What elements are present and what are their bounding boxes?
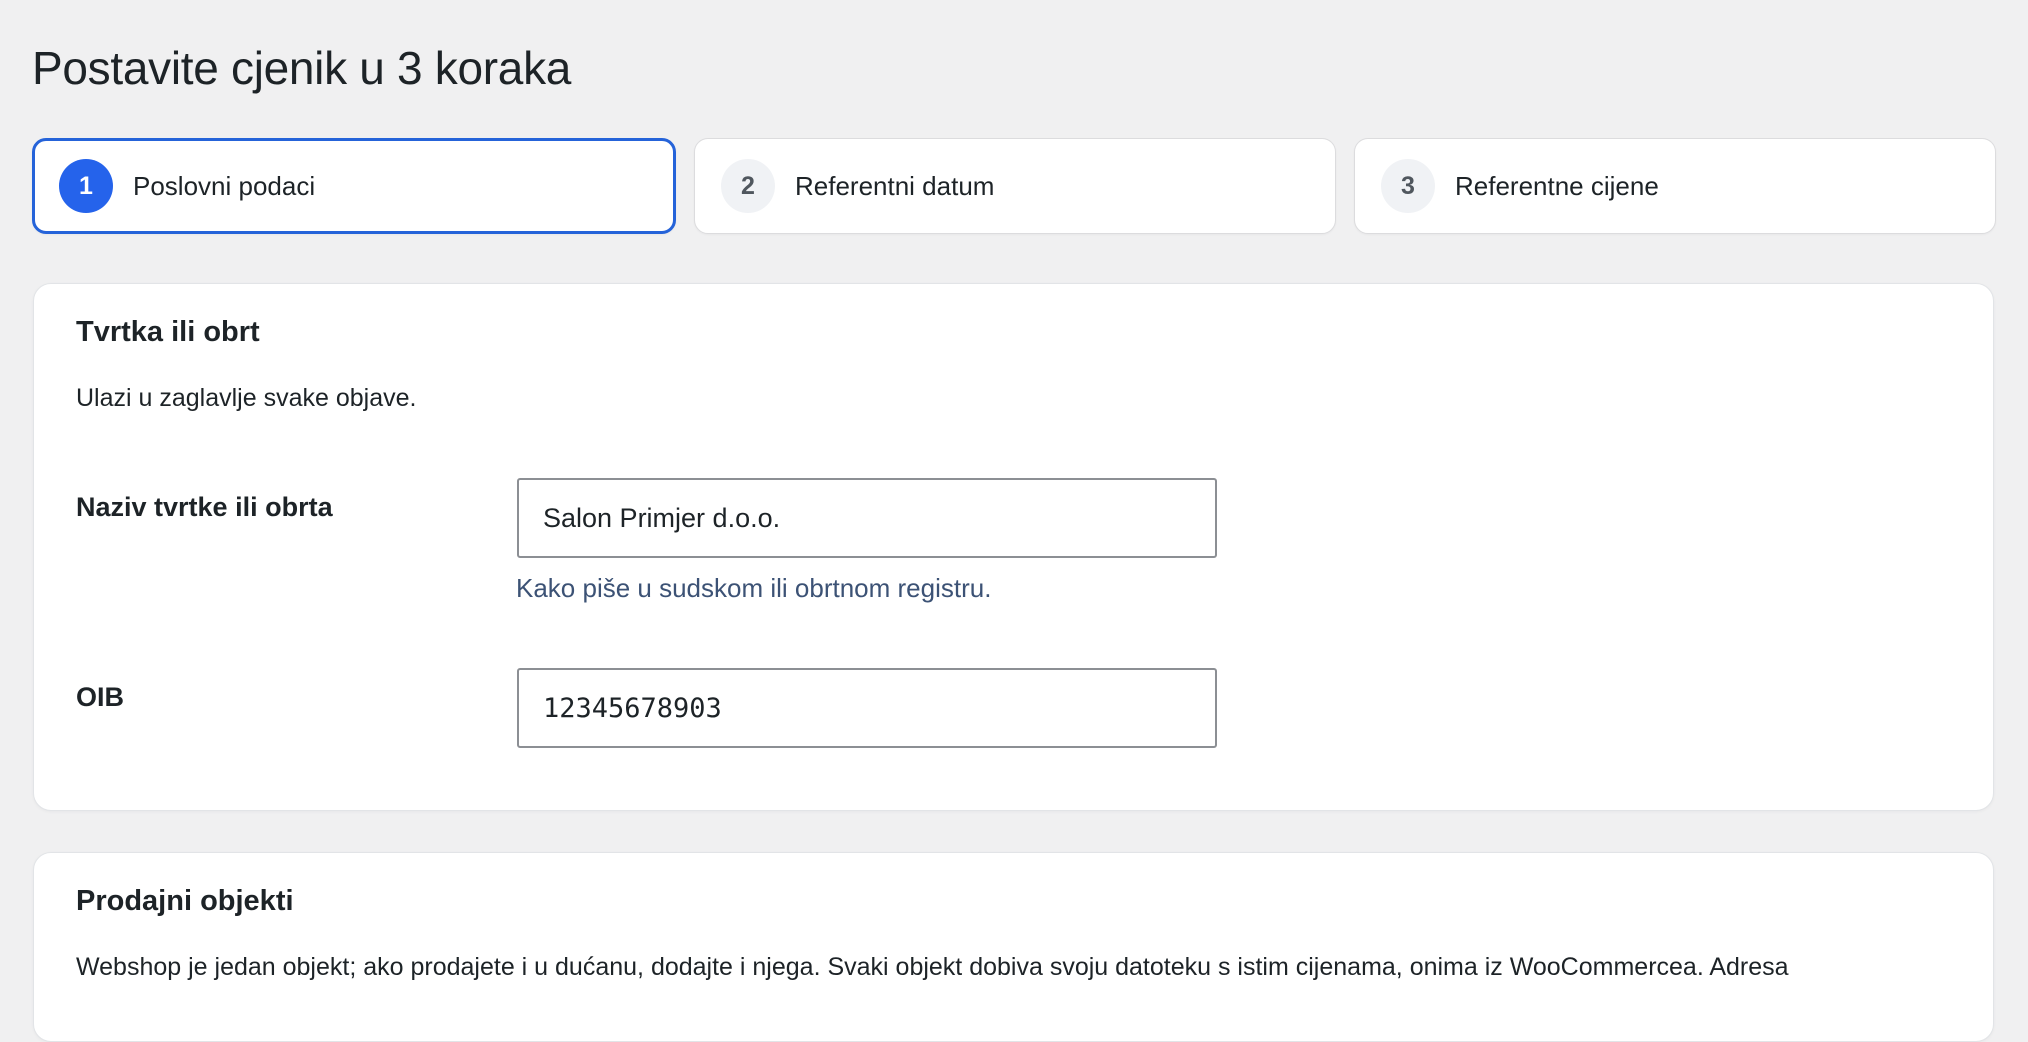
step-1-business-data[interactable]: 1 Poslovni podaci: [32, 138, 676, 234]
outlets-card-heading: Prodajni objekti: [76, 885, 294, 917]
company-name-input[interactable]: [517, 478, 1217, 558]
wizard-steps: 1 Poslovni podaci 2 Referentni datum 3 R…: [32, 138, 1996, 234]
step-label: Referentni datum: [795, 170, 995, 201]
step-number: 1: [59, 159, 113, 213]
outlets-card-description: Webshop je jedan objekt; ako prodajete i…: [76, 953, 1789, 981]
step-2-reference-date[interactable]: 2 Referentni datum: [694, 138, 1336, 234]
company-name-label: Naziv tvrtke ili obrta: [76, 492, 333, 522]
page-title: Postavite cjenik u 3 koraka: [32, 42, 572, 94]
oib-input[interactable]: [517, 668, 1217, 748]
oib-label: OIB: [76, 682, 125, 712]
company-name-help: Kako piše u sudskom ili obrtnom registru…: [516, 573, 992, 603]
outlets-card: Prodajni objekti Webshop je jedan objekt…: [33, 852, 1994, 1042]
step-label: Poslovni podaci: [133, 170, 316, 201]
step-number: 3: [1381, 159, 1435, 213]
company-card: Tvrtka ili obrt Ulazi u zaglavlje svake …: [33, 283, 1994, 811]
step-3-reference-prices[interactable]: 3 Referentne cijene: [1354, 138, 1996, 234]
company-card-heading: Tvrtka ili obrt: [76, 316, 260, 348]
company-card-description: Ulazi u zaglavlje svake objave.: [76, 384, 417, 412]
step-number: 2: [721, 159, 775, 213]
step-label: Referentne cijene: [1455, 170, 1659, 201]
